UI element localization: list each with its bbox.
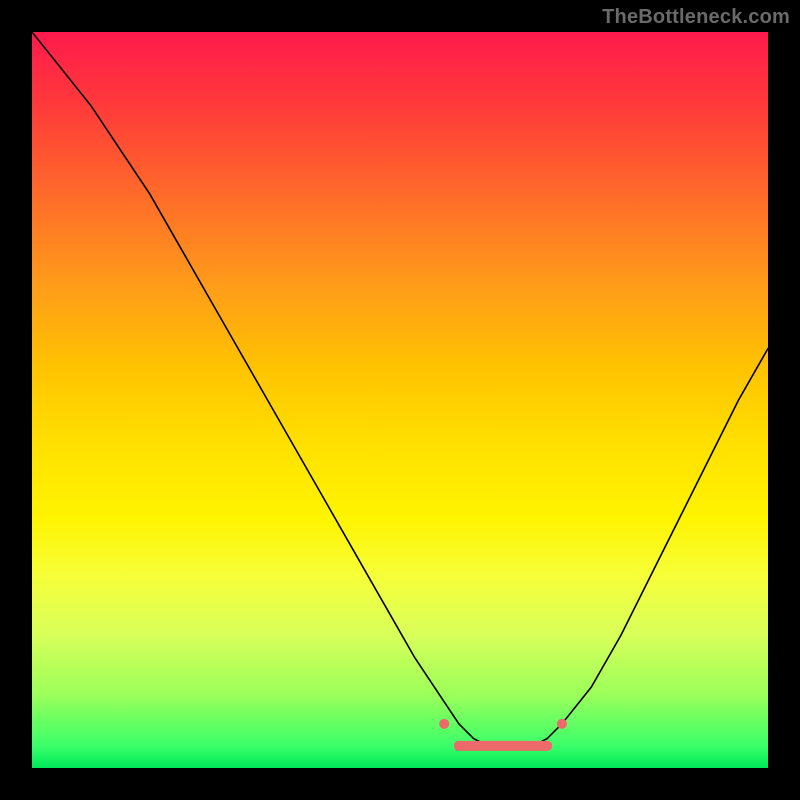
chart-plot-area [32, 32, 768, 768]
watermark-label: TheBottleneck.com [602, 6, 790, 29]
chart-svg [32, 32, 768, 768]
bottleneck-curve [32, 32, 768, 746]
chart-frame: TheBottleneck.com [0, 0, 800, 800]
